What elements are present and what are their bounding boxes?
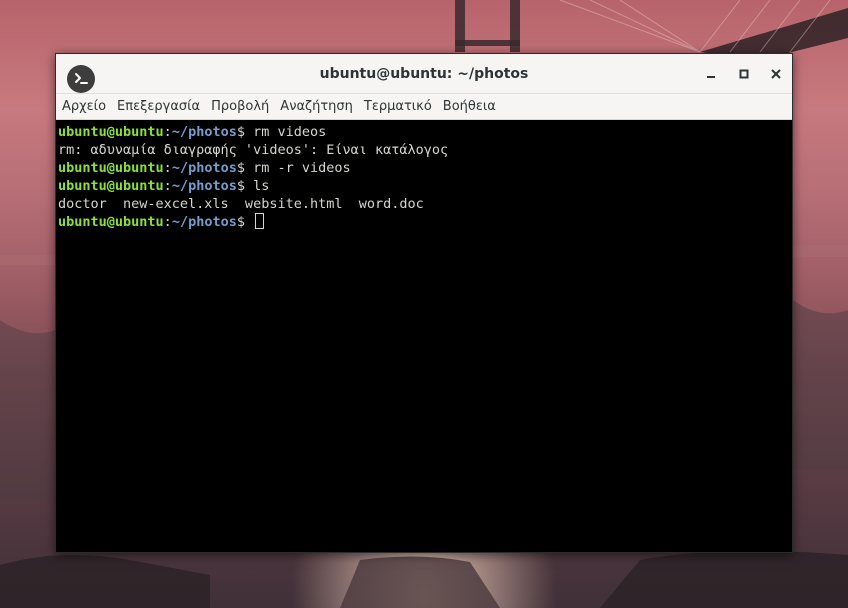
terminal-output[interactable]: ubuntu@ubuntu:~/photos$ rm videos rm: αδ…	[56, 120, 792, 552]
maximize-icon	[739, 69, 749, 79]
ls-output: doctor new-excel.xls website.html word.d…	[58, 196, 424, 212]
terminal-line: ubuntu@ubuntu:~/photos$ rm videos	[58, 123, 790, 141]
prompt-colon: :	[163, 214, 172, 230]
prompt-symbol: $	[236, 178, 254, 194]
prompt-path: ~/photos	[171, 214, 237, 230]
title-bar[interactable]: ubuntu@ubuntu: ~/photos	[56, 54, 792, 94]
prompt-user: ubuntu@ubuntu	[58, 160, 164, 176]
menu-help[interactable]: Βοήθεια	[443, 99, 496, 114]
prompt-symbol: $	[236, 124, 254, 140]
error-message: rm: αδυναμία διαγραφής 'videos': Είναι κ…	[58, 142, 449, 158]
prompt-path: ~/photos	[171, 124, 237, 140]
prompt-path: ~/photos	[171, 160, 237, 176]
prompt-user: ubuntu@ubuntu	[58, 124, 164, 140]
command-text: ls	[253, 178, 270, 194]
menu-edit[interactable]: Επεξεργασία	[117, 99, 200, 114]
terminal-line: doctor new-excel.xls website.html word.d…	[58, 195, 790, 213]
menu-bar: Αρχείο Επεξεργασία Προβολή Αναζήτηση Τερ…	[56, 94, 792, 120]
close-icon	[771, 69, 781, 79]
terminal-line: ubuntu@ubuntu:~/photos$ rm -r videos	[58, 159, 790, 177]
menu-view[interactable]: Προβολή	[211, 99, 269, 114]
prompt-user: ubuntu@ubuntu	[58, 214, 164, 230]
window-title: ubuntu@ubuntu: ~/photos	[319, 66, 529, 82]
prompt-user: ubuntu@ubuntu	[58, 178, 164, 194]
prompt-symbol: $	[236, 214, 254, 230]
command-text: rm -r videos	[253, 160, 351, 176]
prompt-colon: :	[163, 124, 172, 140]
prompt-colon: :	[163, 160, 172, 176]
terminal-line: ubuntu@ubuntu:~/photos$	[58, 213, 790, 231]
terminal-window[interactable]: ubuntu@ubuntu: ~/photos Αρχείο Επεξεργασ…	[55, 53, 793, 553]
maximize-button[interactable]	[734, 64, 754, 84]
prompt-symbol: $	[236, 160, 254, 176]
command-text: rm videos	[253, 124, 327, 140]
menu-terminal[interactable]: Τερματικό	[364, 99, 432, 114]
menu-search[interactable]: Αναζήτηση	[280, 99, 353, 114]
terminal-line: ubuntu@ubuntu:~/photos$ ls	[58, 177, 790, 195]
minimize-button[interactable]	[701, 64, 721, 84]
menu-file[interactable]: Αρχείο	[62, 99, 106, 114]
prompt-path: ~/photos	[171, 178, 237, 194]
text-cursor	[255, 213, 265, 229]
close-button[interactable]	[766, 64, 786, 84]
minimize-icon	[707, 76, 715, 78]
terminal-line: rm: αδυναμία διαγραφής 'videos': Είναι κ…	[58, 141, 790, 159]
prompt-colon: :	[163, 178, 172, 194]
